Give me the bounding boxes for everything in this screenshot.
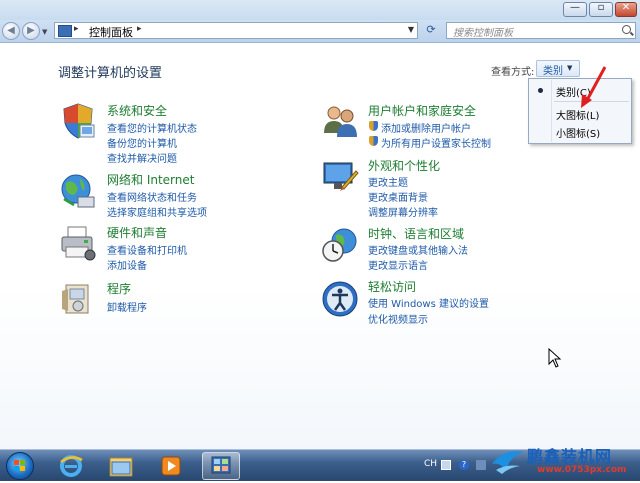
link-parental-controls[interactable]: 为所有用户设置家长控制	[381, 135, 491, 150]
recent-pages-dropdown-icon[interactable]: ▼	[42, 28, 47, 36]
search-input[interactable]: 搜索控制面板	[446, 22, 636, 39]
link-uninstall-program[interactable]: 卸载程序	[107, 299, 147, 314]
shield-icon[interactable]	[58, 101, 98, 141]
navigation-bar: ◀ ▶ ▼ ▸ 控制面板 ▸ ▼ ⟳ 搜索控制面板	[0, 20, 640, 43]
link-change-keyboard[interactable]: 更改键盘或其他输入法	[368, 242, 468, 257]
forward-button[interactable]: ▶	[22, 22, 40, 40]
watermark-site-name: 鹏鑫装机网	[527, 447, 613, 466]
menu-item-label: 小图标(S)	[556, 129, 601, 140]
breadcrumb-separator[interactable]: ▸	[137, 24, 142, 34]
category-user-accounts[interactable]: 用户帐户和家庭安全	[368, 102, 476, 119]
link-change-display-language[interactable]: 更改显示语言	[368, 257, 428, 272]
clock-globe-icon[interactable]	[320, 225, 360, 265]
internet-explorer-icon	[60, 455, 83, 477]
uac-shield-icon	[369, 121, 378, 131]
title-bar: — ▫ ✕	[0, 0, 640, 20]
link-network-status[interactable]: 查看网络状态和任务	[107, 189, 197, 204]
menu-item-small-icons[interactable]: 小图标(S)	[531, 123, 629, 141]
uac-shield-icon	[369, 136, 378, 146]
search-placeholder: 搜索控制面板	[453, 28, 513, 39]
language-indicator[interactable]: CH	[424, 459, 437, 469]
programs-icon[interactable]	[58, 279, 98, 319]
category-network-internet[interactable]: 网络和 Internet	[107, 171, 194, 188]
start-button[interactable]	[6, 452, 34, 480]
maximize-icon: ▫	[597, 2, 605, 13]
link-add-remove-accounts[interactable]: 添加或删除用户帐户	[381, 120, 471, 135]
view-by-dropdown[interactable]: 类别 ▼	[536, 60, 580, 77]
link-devices-printers[interactable]: 查看设备和打印机	[107, 242, 187, 257]
link-recommended-settings[interactable]: 使用 Windows 建议的设置	[368, 295, 489, 310]
link-backup-computer[interactable]: 备份您的计算机	[107, 135, 177, 150]
refresh-icon[interactable]: ⟳	[422, 23, 440, 38]
page-title: 调整计算机的设置	[58, 66, 163, 81]
category-programs[interactable]: 程序	[107, 280, 131, 297]
link-change-theme[interactable]: 更改主题	[368, 174, 408, 189]
taskbar-explorer[interactable]	[102, 452, 140, 480]
view-by-value: 类别	[543, 66, 563, 77]
help-icon[interactable]: ?	[459, 460, 469, 470]
link-optimize-video[interactable]: 优化视频显示	[368, 311, 428, 326]
maximize-button[interactable]: ▫	[589, 2, 613, 17]
close-icon: ✕	[621, 2, 631, 13]
watermark-site-url: www.0753px.com	[537, 465, 627, 475]
close-button[interactable]: ✕	[615, 2, 637, 17]
minimize-button[interactable]: —	[563, 2, 587, 17]
view-by-label: 查看方式:	[491, 67, 535, 78]
control-panel-icon	[211, 456, 231, 474]
red-arrow-annotation	[581, 66, 607, 108]
category-ease-of-access[interactable]: 轻松访问	[368, 278, 416, 295]
selected-bullet-icon	[538, 88, 543, 93]
appearance-icon[interactable]	[320, 157, 360, 197]
minimize-icon: —	[570, 2, 580, 13]
network-globe-icon[interactable]	[58, 171, 98, 211]
printer-icon[interactable]	[58, 223, 98, 263]
taskbar-media-player[interactable]	[152, 452, 190, 480]
windows-logo-icon	[14, 460, 25, 471]
category-appearance[interactable]: 外观和个性化	[368, 157, 440, 174]
taskbar-internet-explorer[interactable]	[52, 452, 90, 480]
breadcrumb-separator[interactable]: ▸	[74, 24, 79, 34]
category-system-security[interactable]: 系统和安全	[107, 102, 167, 119]
address-bar[interactable]: ▸ 控制面板 ▸ ▼	[54, 22, 418, 39]
ease-of-access-icon[interactable]	[320, 279, 360, 319]
users-icon[interactable]	[320, 101, 360, 141]
category-hardware-sound[interactable]: 硬件和声音	[107, 224, 167, 241]
chevron-down-icon: ▼	[567, 64, 573, 72]
category-clock-language-region[interactable]: 时钟、语言和区域	[368, 225, 464, 242]
link-screen-resolution[interactable]: 调整屏幕分辨率	[368, 204, 438, 219]
control-panel-icon	[58, 25, 72, 37]
link-troubleshoot[interactable]: 查找并解决问题	[107, 150, 177, 165]
mouse-cursor-icon	[548, 348, 562, 368]
folder-icon	[109, 457, 133, 477]
back-button[interactable]: ◀	[2, 22, 20, 40]
link-homegroup-sharing[interactable]: 选择家庭组和共享选项	[107, 204, 207, 219]
watermark-logo-icon	[492, 451, 524, 474]
link-check-computer-status[interactable]: 查看您的计算机状态	[107, 120, 197, 135]
search-icon[interactable]	[622, 25, 631, 34]
taskbar-control-panel[interactable]	[202, 452, 240, 480]
link-change-background[interactable]: 更改桌面背景	[368, 189, 428, 204]
link-add-device[interactable]: 添加设备	[107, 257, 147, 272]
tray-app-icon[interactable]	[476, 460, 486, 470]
media-player-icon	[161, 456, 181, 476]
address-dropdown-icon[interactable]: ▼	[408, 25, 414, 34]
keyboard-icon[interactable]	[441, 460, 451, 470]
breadcrumb-control-panel[interactable]: 控制面板	[89, 24, 133, 40]
